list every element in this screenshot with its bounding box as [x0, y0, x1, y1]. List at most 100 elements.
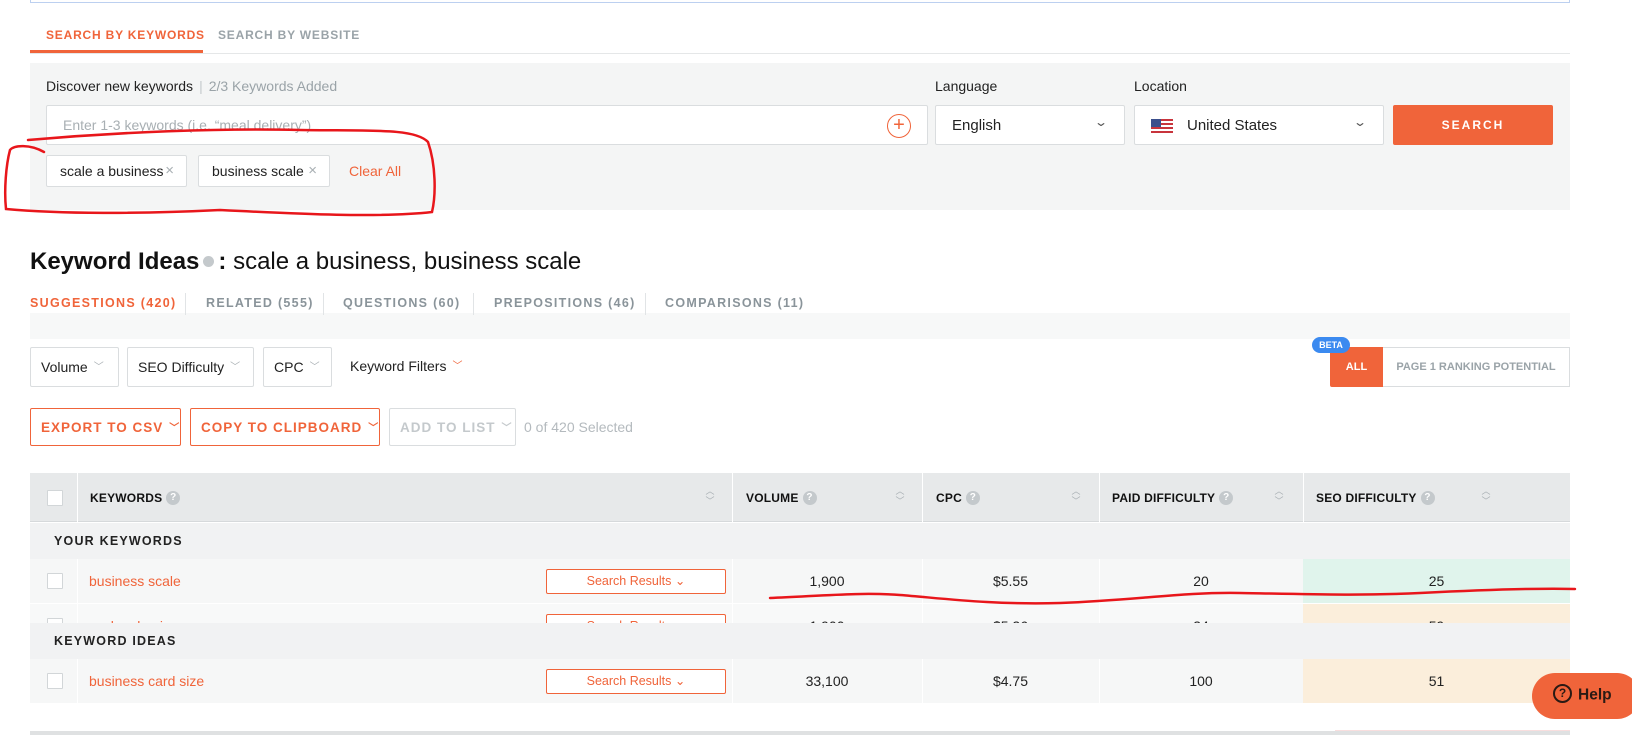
column-header-cpc: CPC?	[936, 473, 980, 522]
tab-prepositions[interactable]: PREPOSITIONS (46)	[494, 296, 636, 310]
search-panel: Discover new keywords | 2/3 Keywords Added…	[30, 63, 1570, 210]
header-label: PAID DIFFICULTY	[1112, 491, 1216, 505]
button-label: Search Results	[586, 674, 672, 688]
clear-all-link[interactable]: Clear All	[349, 163, 401, 179]
keywords-added-count: 2/3 Keywords Added	[208, 78, 338, 94]
cpc-filter[interactable]: CPC ﹀	[263, 347, 332, 387]
sort-icon[interactable]: ︿ ﹀	[1480, 486, 1492, 508]
sort-icon[interactable]: ︿ ﹀	[894, 486, 906, 508]
help-question-icon[interactable]: ?	[1420, 490, 1435, 505]
tab-content-background	[30, 313, 1570, 339]
remove-chip-close-icon[interactable]: ×	[308, 162, 317, 179]
keyword-chip: scale a business ×	[46, 155, 187, 187]
group-header-keyword-ideas: KEYWORD IDEAS	[30, 623, 1570, 659]
volume-filter[interactable]: Volume ﹀	[30, 347, 119, 387]
tab-search-by-website[interactable]: SEARCH BY WEBSITE	[218, 28, 360, 42]
page-title: Keyword Ideas: scale a business, busines…	[30, 248, 581, 276]
column-divider	[732, 473, 733, 522]
header-label: SEO DIFFICULTY	[1316, 491, 1417, 505]
tab-comparisons[interactable]: COMPARISONS (11)	[665, 296, 804, 310]
column-divider	[922, 473, 923, 522]
tab-questions[interactable]: QUESTIONS (60)	[343, 296, 461, 310]
search-results-button[interactable]: Search Results ⌄	[546, 669, 726, 694]
seo-difficulty-filter[interactable]: SEO Difficulty ﹀	[127, 347, 254, 387]
language-select[interactable]: English ⌄	[935, 105, 1125, 145]
title-main: Keyword Ideas	[30, 248, 200, 275]
cpc-cell: $4.75	[992, 673, 1029, 689]
sort-icon[interactable]: ︿ ﹀	[1273, 486, 1285, 508]
header-label: CPC	[936, 491, 962, 505]
add-to-list-button[interactable]: ADD TO LIST ﹀	[389, 408, 516, 446]
selected-count: 0 of 420 Selected	[524, 419, 633, 435]
column-header-paid-difficulty: PAID DIFFICULTY?	[1112, 473, 1234, 522]
table-header: KEYWORDS? ︿ ﹀ VOLUME? ︿ ﹀ CPC? ︿ ﹀ PAID DIF…	[30, 473, 1570, 522]
chevron-down-icon: ⌄	[1352, 115, 1368, 129]
chevron-down-icon: ﹀	[368, 423, 380, 434]
location-select[interactable]: United States ⌄	[1134, 105, 1384, 145]
button-label: ADD TO LIST	[400, 420, 496, 435]
tab-divider	[645, 293, 646, 315]
tab-search-by-keywords[interactable]: SEARCH BY KEYWORDS	[46, 28, 205, 42]
column-divider	[1099, 473, 1100, 522]
active-tab-indicator	[30, 50, 203, 53]
title-colon: :	[218, 248, 227, 275]
title-terms: scale a business, business scale	[233, 248, 582, 275]
chevron-down-icon: ﹀	[309, 362, 320, 373]
row-checkbox[interactable]	[47, 573, 63, 589]
search-results-button[interactable]: Search Results ⌄	[546, 569, 726, 594]
language-value: English	[952, 117, 1002, 134]
help-question-icon[interactable]: ?	[802, 490, 817, 505]
row-checkbox[interactable]	[47, 673, 63, 689]
help-question-icon[interactable]: ?	[166, 490, 181, 505]
filter-label: SEO Difficulty	[138, 359, 225, 375]
column-divider	[1303, 473, 1304, 522]
question-circle-icon: ?	[1553, 684, 1572, 703]
tab-divider	[323, 293, 324, 315]
export-csv-button[interactable]: EXPORT TO CSV ﹀	[30, 408, 181, 446]
filter-label: CPC	[274, 359, 304, 375]
toggle-all-button[interactable]: ALL	[1330, 347, 1383, 387]
group-header-your-keywords: YOUR KEYWORDS	[30, 523, 1570, 559]
help-question-icon[interactable]: ?	[965, 490, 980, 505]
chevron-down-icon: ﹀	[230, 362, 241, 373]
keyword-link[interactable]: business scale	[89, 573, 181, 589]
paid-difficulty-cell: 100	[1189, 673, 1213, 689]
bottom-scroll-edge	[30, 731, 1570, 735]
header-label: KEYWORDS	[90, 491, 163, 505]
chip-label: scale a business	[60, 163, 164, 179]
copy-clipboard-button[interactable]: COPY TO CLIPBOARD ﹀	[190, 408, 380, 446]
keyword-chip: business scale ×	[198, 155, 330, 187]
paid-difficulty-cell: 20	[1193, 573, 1209, 589]
chip-label: business scale	[212, 163, 304, 179]
button-label: EXPORT TO CSV	[41, 420, 164, 435]
sort-icon[interactable]: ︿ ﹀	[1070, 486, 1082, 508]
toggle-page1-ranking-button[interactable]: PAGE 1 RANKING POTENTIAL	[1383, 347, 1570, 387]
chevron-down-icon: ﹀	[501, 423, 513, 434]
keyword-link[interactable]: business card size	[89, 673, 204, 689]
select-all-checkbox[interactable]	[47, 490, 63, 506]
beta-badge: BETA	[1312, 337, 1350, 353]
remove-chip-close-icon[interactable]: ×	[165, 162, 174, 179]
search-button[interactable]: SEARCH	[1393, 105, 1553, 145]
sort-icon[interactable]: ︿ ﹀	[704, 486, 716, 508]
seo-difficulty-cell: 51	[1303, 659, 1570, 703]
seo-difficulty-value: 51	[1428, 673, 1445, 689]
filter-label: Keyword Filters	[350, 358, 447, 374]
seo-difficulty-cell: 25	[1303, 559, 1570, 603]
help-question-icon[interactable]: ?	[1219, 490, 1234, 505]
help-label: Help	[1578, 686, 1612, 704]
us-flag-icon	[1151, 119, 1173, 133]
search-mode-tabs: SEARCH BY KEYWORDS SEARCH BY WEBSITE	[30, 18, 1570, 54]
help-button[interactable]: ? Help	[1532, 673, 1632, 719]
header-label: VOLUME	[746, 491, 799, 505]
add-keyword-plus-icon[interactable]: +	[887, 114, 911, 138]
help-question-icon[interactable]	[203, 256, 215, 268]
tab-related[interactable]: RELATED (555)	[206, 296, 314, 310]
location-value: United States	[1187, 117, 1278, 134]
keyword-filters-dropdown[interactable]: Keyword Filters ﹀	[340, 347, 462, 387]
column-header-volume: VOLUME?	[746, 473, 817, 522]
location-label: Location	[1134, 78, 1187, 94]
volume-cell: 1,900	[809, 573, 845, 589]
tab-suggestions[interactable]: SUGGESTIONS (420)	[30, 296, 176, 310]
keyword-input[interactable]	[47, 106, 847, 144]
